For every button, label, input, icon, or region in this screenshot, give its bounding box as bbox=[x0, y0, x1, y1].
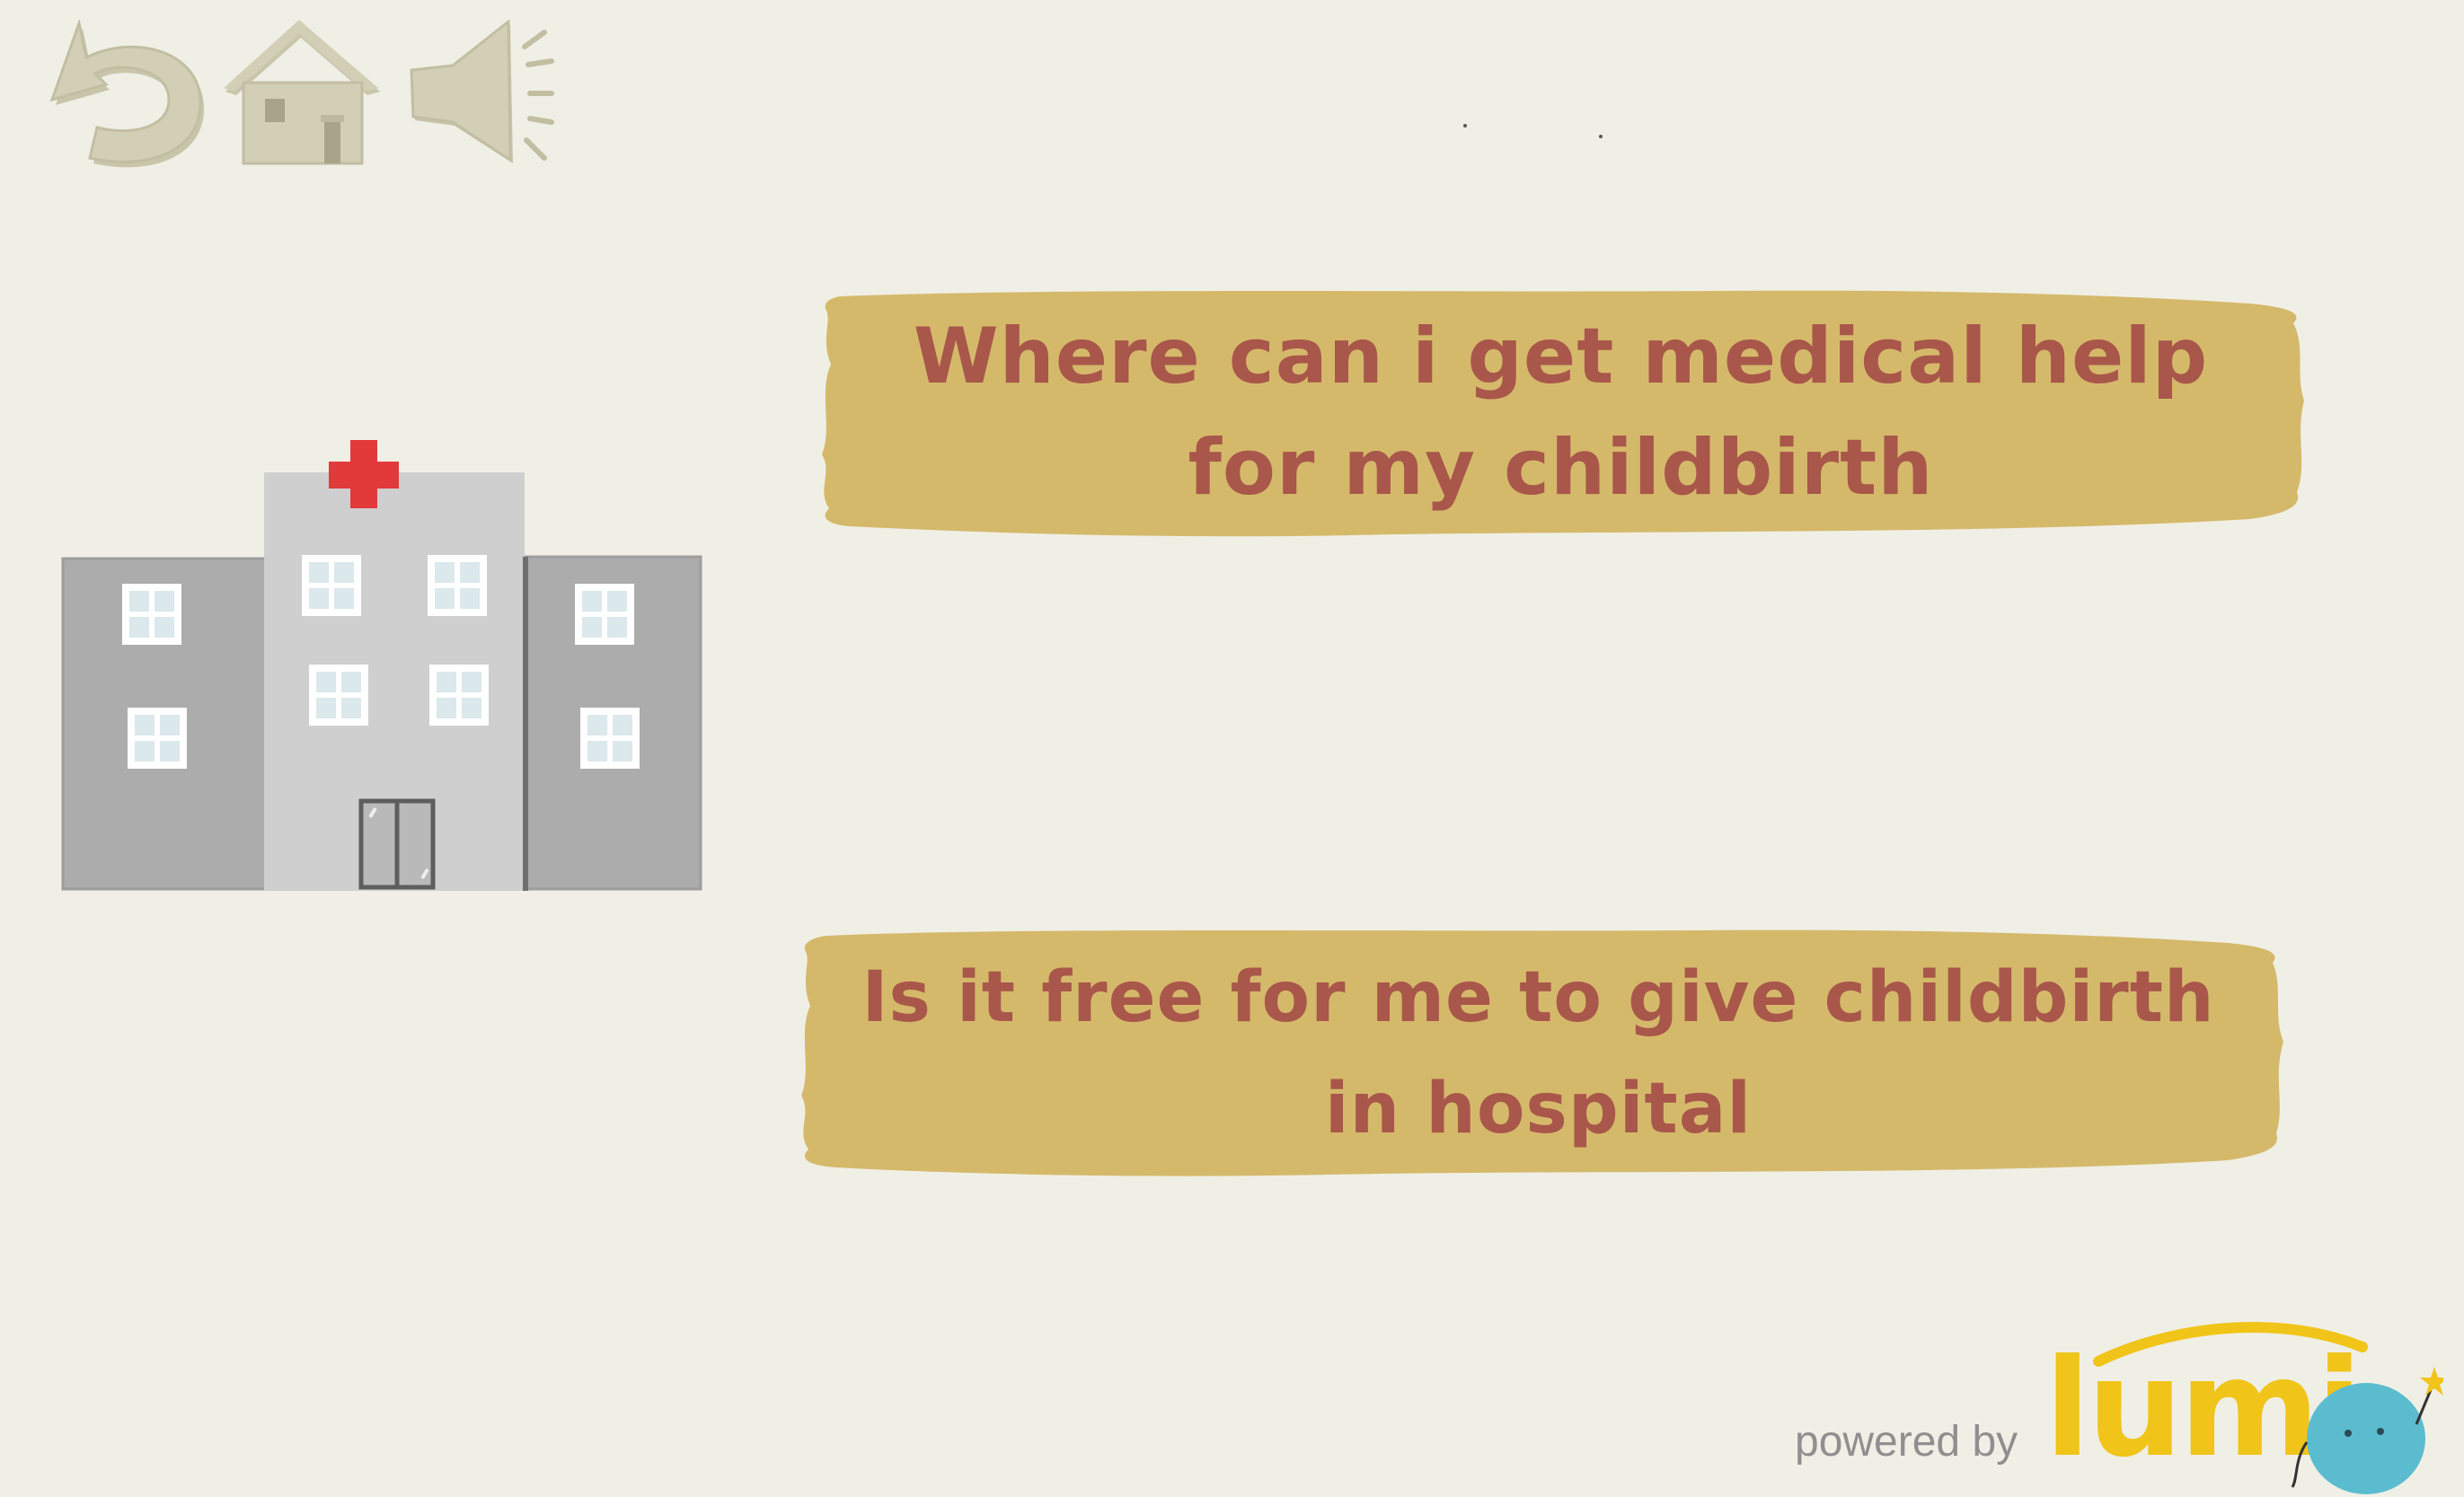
undo-arrow-icon bbox=[49, 20, 205, 168]
sound-button[interactable] bbox=[410, 20, 567, 172]
powered-by-text: powered by bbox=[1795, 1418, 2018, 1466]
powered-by-lumi[interactable]: powered by lumi bbox=[1788, 1311, 2452, 1494]
home-button[interactable] bbox=[218, 20, 384, 168]
question-label: Where can i get medical help for my chil… bbox=[913, 312, 2209, 513]
hospital-illustration bbox=[59, 440, 706, 902]
lumi-mascot-icon bbox=[2291, 1367, 2443, 1494]
speaker-icon bbox=[410, 20, 554, 163]
question-button-medical-help[interactable]: Where can i get medical help for my chil… bbox=[813, 284, 2309, 541]
speck-decoration bbox=[1599, 135, 1603, 138]
hospital-building-icon bbox=[61, 440, 702, 891]
question-button-free-childbirth[interactable]: Is it free for me to give childbirth in … bbox=[790, 925, 2286, 1182]
back-button[interactable] bbox=[47, 20, 208, 168]
house-icon bbox=[224, 20, 380, 165]
question-label: Is it free for me to give childbirth in … bbox=[861, 957, 2215, 1149]
speck-decoration bbox=[1463, 124, 1467, 128]
